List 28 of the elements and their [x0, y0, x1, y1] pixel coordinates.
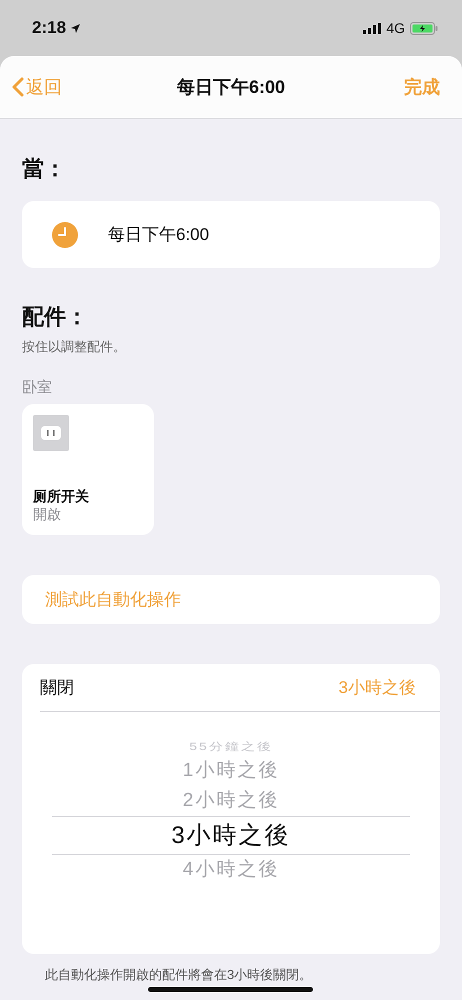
trigger-card[interactable]: 每日下午6:00 [22, 201, 440, 268]
status-time: 2:18 [32, 18, 66, 38]
room-label: 卧室 [22, 378, 53, 397]
signal-icon [363, 22, 382, 34]
picker-option[interactable]: 4小時之後 [52, 855, 410, 885]
chevron-left-icon [12, 77, 24, 97]
network-label: 4G [386, 20, 405, 36]
turn-off-label: 關閉 [40, 677, 74, 699]
footer-note: 此自動化操作開啟的配件將會在3小時後關閉。 [45, 966, 314, 984]
trigger-label: 每日下午6:00 [108, 224, 210, 246]
accessory-tile[interactable]: 厕所开关 開啟 [22, 404, 154, 535]
location-icon [70, 22, 82, 34]
done-button[interactable]: 完成 [404, 75, 440, 99]
section-heading: 當： [22, 155, 67, 183]
accessory-status: 開啟 [33, 506, 62, 524]
picker-option[interactable]: 55分鐘之後 [52, 738, 410, 754]
test-automation-button[interactable]: 測試此自動化操作 [22, 575, 440, 624]
turn-off-value[interactable]: 3小時之後 [338, 676, 416, 699]
section-heading: 配件： [22, 303, 89, 331]
picker-option[interactable]: 3小時之後 [52, 816, 410, 855]
back-button[interactable]: 返回 [12, 75, 62, 99]
clock-icon [52, 222, 78, 248]
hint-text: 按住以調整配件。 [22, 338, 127, 356]
picker-option[interactable]: 2小時之後 [52, 786, 410, 816]
accessory-name: 厕所开关 [33, 488, 90, 506]
screen-title: 每日下午6:00 [176, 77, 286, 97]
outlet-icon [33, 415, 69, 451]
picker-option[interactable]: 1小時之後 [52, 756, 410, 786]
